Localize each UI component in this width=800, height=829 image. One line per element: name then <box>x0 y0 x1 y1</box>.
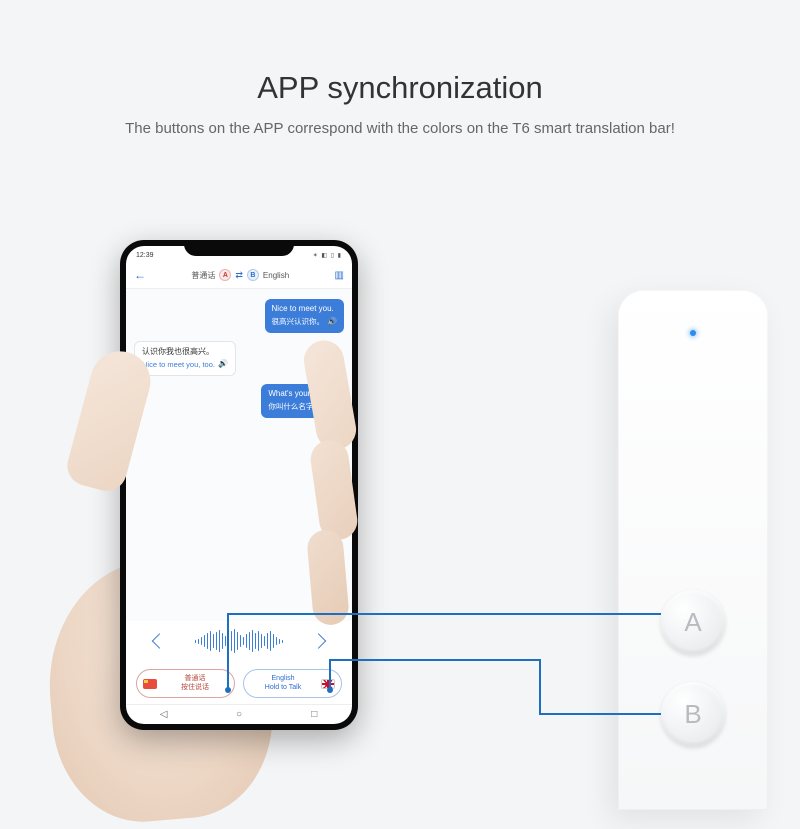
hold-to-talk-b-button[interactable]: English Hold to Talk <box>243 669 342 698</box>
chip-a-icon: A <box>219 269 231 281</box>
bubble-translated-text: 很高兴认识你。 <box>272 317 325 327</box>
app-language-bar: ← 普通话 A ⇄ B English ▥ <box>126 262 352 289</box>
page-title: APP synchronization <box>0 70 800 106</box>
back-icon[interactable]: ← <box>134 268 146 282</box>
nav-home-icon[interactable]: ○ <box>233 709 245 720</box>
status-time: 12:39 <box>136 252 154 259</box>
hold-to-talk-a-button[interactable]: 普通话 按住说话 <box>136 669 235 698</box>
device-led-icon <box>690 330 696 336</box>
lang-a-label[interactable]: 普通话 <box>191 270 215 281</box>
chip-b-icon: B <box>247 269 259 281</box>
chat-bubble: 认识你我也很高兴。 Nice to meet you, too.🔊 <box>134 341 236 377</box>
sound-icon[interactable]: 🔊 <box>218 359 228 370</box>
swap-icon[interactable]: ⇄ <box>235 270 243 281</box>
flag-uk-icon <box>321 679 335 689</box>
talk-b-lang: English <box>272 675 295 683</box>
status-icons: ✶ ◧ ▯ ▮ <box>313 252 342 259</box>
waveform <box>126 621 352 661</box>
device-button-b[interactable]: B <box>661 682 725 746</box>
translator-device: A B <box>618 290 768 810</box>
talk-b-hold: Hold to Talk <box>265 684 301 692</box>
nav-recent-icon[interactable]: □ <box>308 709 320 720</box>
talk-a-lang: 普通话 <box>185 675 206 683</box>
phone-notch <box>184 240 294 256</box>
bubble-source-text: 认识你我也很高兴。 <box>142 347 228 358</box>
flag-cn-icon <box>143 679 157 689</box>
talk-a-hold: 按住说话 <box>181 684 209 692</box>
bubble-translated-text: Nice to meet you, too. <box>142 360 215 370</box>
bubble-source-text: Nice to meet you. <box>272 304 337 315</box>
lang-b-label[interactable]: English <box>263 271 289 280</box>
device-button-a[interactable]: A <box>661 590 725 654</box>
sound-icon[interactable]: 🔊 <box>327 317 337 328</box>
android-navbar: ◁ ○ □ <box>126 704 352 724</box>
history-icon[interactable]: ▥ <box>335 270 344 281</box>
page-subtitle: The buttons on the APP correspond with t… <box>0 120 800 137</box>
nav-back-icon[interactable]: ◁ <box>158 709 170 720</box>
chat-bubble: Nice to meet you. 很高兴认识你。🔊 <box>265 299 344 333</box>
